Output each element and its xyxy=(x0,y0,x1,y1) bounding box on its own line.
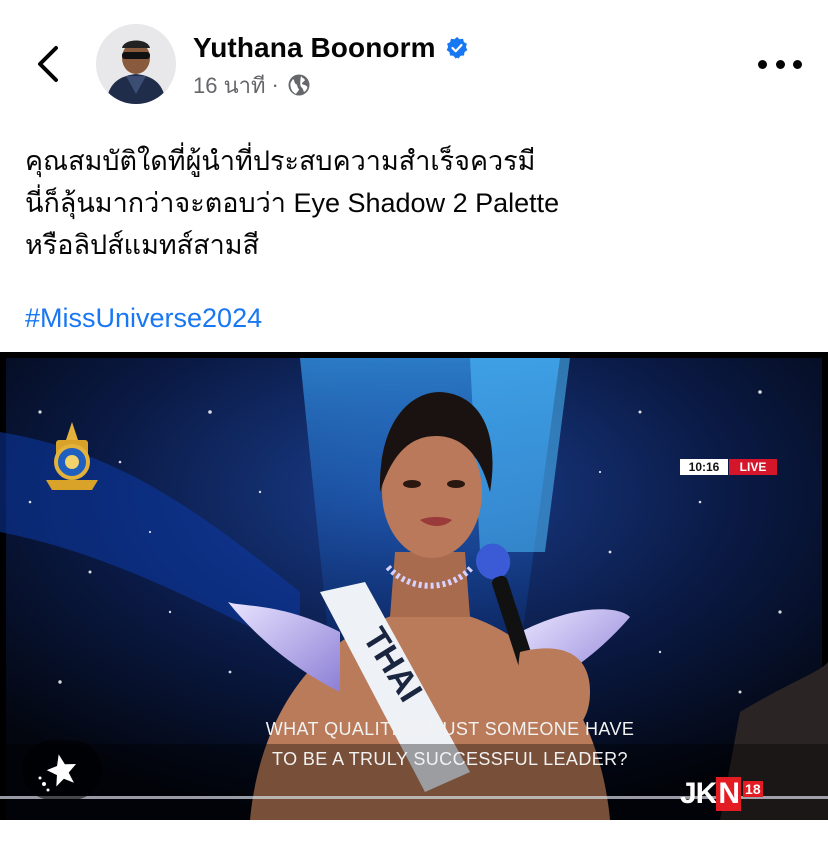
hashtag-link[interactable]: #MissUniverse2024 xyxy=(25,297,262,339)
caption-line: WHAT QUALITIES MUST SOMEONE HAVE xyxy=(265,719,635,739)
caption-line: TO BE A TRULY SUCCESSFUL LEADER? xyxy=(272,749,628,769)
more-horizontal-icon-dot xyxy=(775,59,785,69)
channel-logo-n: N xyxy=(716,777,742,811)
post-header: Yuthana Boonorm 16 นาที · xyxy=(0,0,828,125)
channel-logo: JKN 18 xyxy=(680,777,763,811)
author-name[interactable]: Yuthana Boonorm xyxy=(193,32,436,64)
back-button[interactable] xyxy=(30,40,70,88)
channel-number: 18 xyxy=(743,781,763,797)
channel-logo-prefix: JK xyxy=(680,777,717,810)
avatar[interactable] xyxy=(96,24,176,104)
post-text-line: หรือลิปส์แมทส์สามสี xyxy=(25,230,260,260)
author-row: Yuthana Boonorm xyxy=(193,30,469,66)
broadcast-clock: 10:16 xyxy=(680,459,728,475)
sparkle-effects-icon xyxy=(38,754,77,792)
meta-separator: · xyxy=(271,72,279,97)
post-meta: 16 นาที · xyxy=(193,70,311,100)
more-horizontal-icon-dot xyxy=(758,59,767,69)
live-badge: LIVE xyxy=(729,459,777,475)
chevron-left-icon xyxy=(38,46,58,82)
tv-caption: WHAT QUALITIES MUST SOMEONE HAVE TO BE A… xyxy=(200,714,700,774)
avatar-image xyxy=(96,24,176,104)
effects-button[interactable] xyxy=(22,740,102,800)
verified-badge-icon xyxy=(446,37,467,59)
post-text-line: คุณสมบัติใดที่ผู้นำที่ประสบความสำเร็จควร… xyxy=(25,146,536,176)
globe-icon[interactable] xyxy=(287,73,311,97)
post-body: คุณสมบัติใดที่ผู้นำที่ประสบความสำเร็จควร… xyxy=(25,140,805,266)
post-text-line: นี่ก็ลุ้นมากว่าจะตอบว่า Eye Shadow 2 Pal… xyxy=(25,188,560,218)
more-options-button[interactable] xyxy=(758,56,802,72)
action-bar-edge xyxy=(0,820,828,848)
post-time[interactable]: 16 นาที xyxy=(193,68,265,103)
more-horizontal-icon-dot xyxy=(793,59,802,69)
